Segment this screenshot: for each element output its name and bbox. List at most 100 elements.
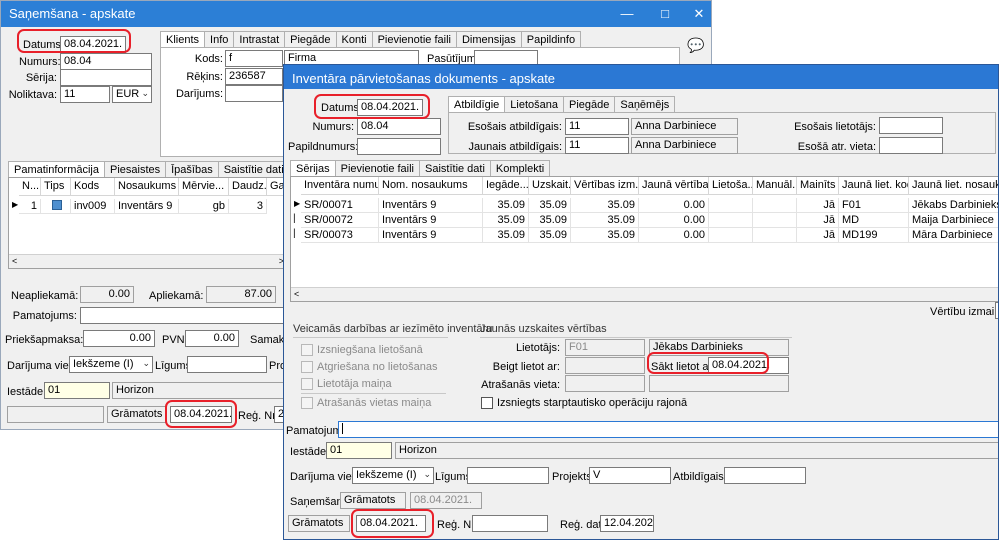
grid-header[interactable]: Mainīts ... [797, 177, 839, 195]
grid-header[interactable]: Daudz... [229, 178, 267, 196]
tab-piesaistes[interactable]: Piesaistes [103, 161, 167, 178]
pvn-field[interactable]: 0.00 [185, 330, 239, 347]
grid-cell[interactable] [709, 213, 753, 228]
tab-saistitie-dati[interactable]: Saistītie dati [419, 160, 491, 177]
grid-cell[interactable]: Jā [797, 198, 839, 213]
tab-serijas[interactable]: Sērijas [290, 160, 336, 177]
grid-cell[interactable]: 35.09 [529, 198, 571, 213]
tab-atbildigie[interactable]: Atbildīgie [448, 96, 506, 113]
grid-header[interactable]: Jaunā liet. kods [839, 177, 909, 195]
grid-header[interactable]: Iegāde... [483, 177, 529, 195]
tab-klients[interactable]: Klients [160, 31, 206, 48]
grid-header[interactable]: Nosaukums [115, 178, 179, 196]
numurs-field[interactable]: 08.04 [60, 53, 152, 70]
rekins-field[interactable]: 236587 [225, 68, 283, 85]
grid-header[interactable]: N... [19, 178, 41, 196]
grid-cell[interactable]: Māra Darbiniece [909, 228, 998, 243]
tab-papildinfo[interactable]: Papildinfo [520, 31, 582, 48]
grid-cell[interactable]: 35.09 [483, 198, 529, 213]
darijums-field[interactable] [225, 85, 283, 102]
grid-header[interactable]: Nom. nosaukums [379, 177, 483, 195]
grid-header[interactable]: Uzskait... [529, 177, 571, 195]
grid-cell[interactable]: 35.09 [529, 228, 571, 243]
grid-cell[interactable] [709, 198, 753, 213]
kods-field[interactable]: f [225, 50, 283, 67]
grid-cell[interactable]: 35.09 [529, 213, 571, 228]
atbildigais-field[interactable] [724, 467, 806, 484]
tab-saistitie-dati[interactable]: Saistītie dati [217, 161, 290, 178]
izsniegts-checkbox[interactable] [481, 397, 493, 409]
priekssamaksa-field[interactable]: 0.00 [83, 330, 155, 347]
grid-cell[interactable]: MD [839, 213, 909, 228]
scroll-left-icon[interactable]: < [12, 256, 17, 266]
grid-cell[interactable]: gb [179, 199, 229, 214]
pamatojums-field[interactable] [338, 421, 998, 438]
serija-field[interactable] [60, 69, 152, 86]
tab-info[interactable]: Info [204, 31, 235, 48]
grid-cell[interactable]: Jā [797, 228, 839, 243]
grid-header[interactable]: Vērtības izm... [571, 177, 639, 195]
izsniegsana-checkbox[interactable] [301, 344, 313, 356]
grid-cell[interactable]: F01 [839, 198, 909, 213]
maximize-icon[interactable]: □ [649, 1, 681, 27]
grid-cell[interactable] [41, 199, 71, 214]
grid-cell[interactable]: Inventārs 9 [379, 228, 483, 243]
grid-cell[interactable] [709, 228, 753, 243]
grid-cell[interactable]: SR/00072 [301, 213, 379, 228]
grid-cell[interactable]: Inventārs 9 [379, 198, 483, 213]
grid-cell[interactable]: 0.00 [639, 198, 709, 213]
grid-cell[interactable]: inv009 [71, 199, 115, 214]
grid-header[interactable]: Jaunā vērtība, ... [639, 177, 709, 195]
chat-icon[interactable]: 💬 [687, 37, 704, 54]
jaunais-atbildigais-code[interactable]: 11 [565, 137, 629, 154]
grid-cell[interactable]: 0.00 [639, 228, 709, 243]
lietotaja-maina-checkbox[interactable] [301, 378, 313, 390]
tab-dimensijas[interactable]: Dimensijas [455, 31, 522, 48]
grid-cell[interactable]: SR/00071 [301, 198, 379, 213]
esosais-lietotajs-field[interactable] [879, 117, 943, 134]
tab-lietosana[interactable]: Lietošana [504, 96, 564, 113]
grid-cell[interactable]: Inventārs 9 [115, 199, 179, 214]
grid-header[interactable]: Manuāl... [753, 177, 797, 195]
back-grid-scrollbar[interactable]: < > [9, 254, 285, 268]
minimize-icon[interactable]: — [611, 1, 643, 27]
ligums-field[interactable] [467, 467, 549, 484]
grid-cell[interactable]: MD199 [839, 228, 909, 243]
tab-piegade[interactable]: Piegāde [284, 31, 337, 48]
tab-ipasibas[interactable]: Īpašības [165, 161, 219, 178]
darijuma-vieta-select[interactable]: Iekšzeme (I) ⌄ [69, 356, 153, 373]
sanemsana-titlebar[interactable]: Saņemšana - apskate [1, 1, 711, 27]
grid-cell[interactable]: Jā [797, 213, 839, 228]
grid-cell[interactable]: 1 [19, 199, 41, 214]
tab-pievienotie-faili[interactable]: Pievienotie faili [334, 160, 420, 177]
tab-komplekti[interactable]: Komplekti [489, 160, 551, 177]
vertibu-izmaina-field[interactable] [995, 302, 998, 319]
papildnumurs-field[interactable] [357, 138, 441, 155]
grid-cell[interactable]: 3 [229, 199, 267, 214]
projekts-field[interactable]: V [589, 467, 671, 484]
tab-piegade[interactable]: Piegāde [562, 96, 616, 113]
grid-cell[interactable]: 35.09 [571, 228, 639, 243]
grid-header[interactable]: Kods [71, 178, 115, 196]
esosais-atbildigais-code[interactable]: 11 [565, 118, 629, 135]
tab-konti[interactable]: Konti [335, 31, 373, 48]
inventara-titlebar[interactable]: Inventāra pārvietošanas dokuments - apsk… [284, 65, 998, 89]
tab-sanemejs[interactable]: Saņēmējs [614, 96, 676, 113]
grid-cell[interactable]: Jēkabs Darbinieks [909, 198, 998, 213]
ligums-field[interactable] [187, 356, 267, 373]
darijuma-vieta-select[interactable]: Iekšzeme (I) ⌄ [352, 467, 434, 484]
grid-cell[interactable]: SR/00073 [301, 228, 379, 243]
atrasanas-maina-checkbox[interactable] [301, 397, 313, 409]
reg-nr-field[interactable] [472, 515, 548, 532]
grid-header[interactable]: Inventāra numurs [301, 177, 379, 195]
grid-cell[interactable]: Maija Darbiniece [909, 213, 998, 228]
grid-cell[interactable] [753, 228, 797, 243]
grid-cell[interactable]: 0.00 [639, 213, 709, 228]
numurs-field[interactable]: 08.04 [357, 118, 441, 135]
noliktava-field[interactable]: 11 [60, 86, 110, 103]
scroll-left-icon[interactable]: < [294, 289, 299, 299]
serijas-scrollbar[interactable]: < [291, 287, 998, 301]
tab-intrastat[interactable]: Intrastat [233, 31, 286, 48]
reg-dat-field[interactable]: 12.04.2021. [600, 515, 654, 532]
grid-cell[interactable] [753, 198, 797, 213]
